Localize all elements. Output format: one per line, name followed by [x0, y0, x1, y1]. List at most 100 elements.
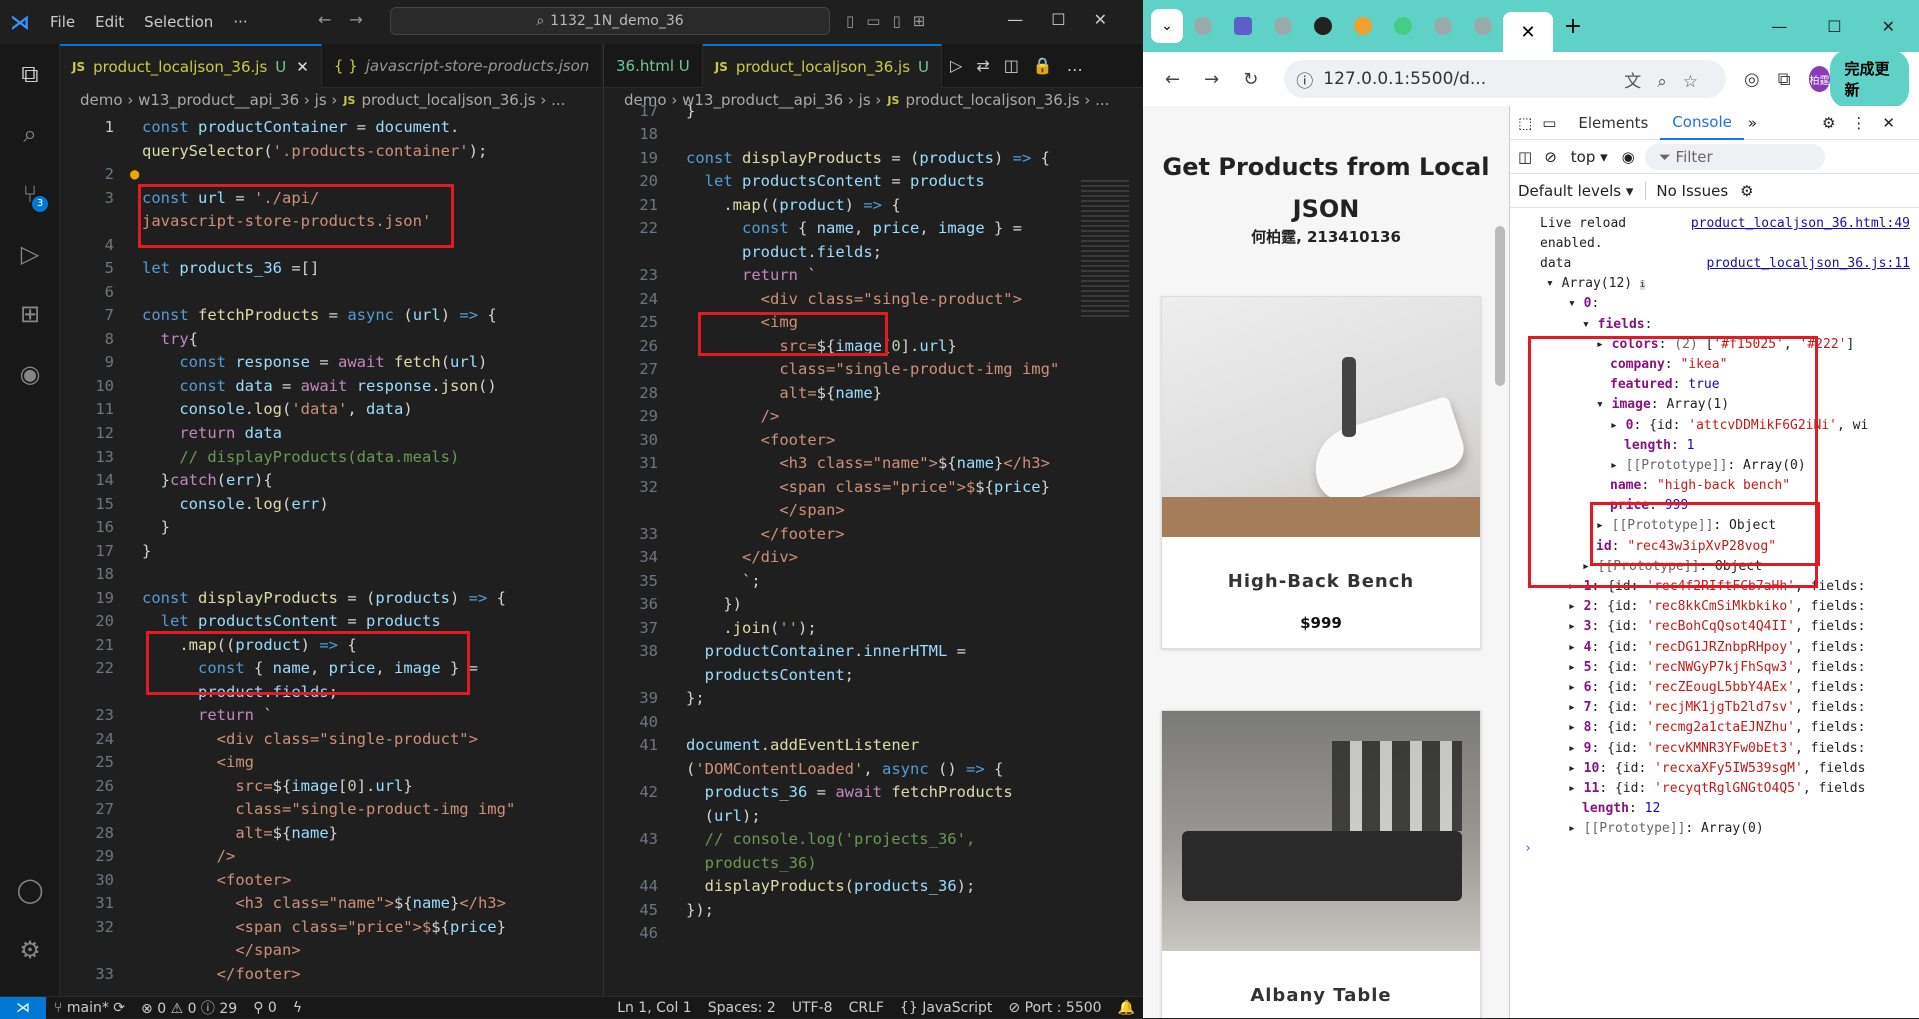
breadcrumb-item[interactable]: js [859, 91, 871, 109]
split-editor-icon[interactable]: ◫ [1004, 56, 1033, 75]
toggle-sidebar-icon[interactable]: ▯ [846, 12, 866, 30]
breadcrumb-item[interactable]: ... [1095, 91, 1109, 109]
more-actions-icon[interactable]: … [1067, 56, 1097, 75]
profile-avatar[interactable]: 柏霆 [1808, 66, 1831, 92]
console-filter-input[interactable]: ⏷ Filter [1644, 143, 1825, 170]
language-mode[interactable]: {} JavaScript [892, 1000, 1000, 1016]
tree-node[interactable]: ▸ 10: {id: 'recxaXFy5IW539sgM', fields [1510, 759, 1919, 779]
toggle-panel-icon[interactable]: ▭ [866, 12, 892, 30]
issues-counter[interactable]: No Issues [1645, 181, 1728, 200]
settings-gear-icon[interactable]: ⚙ [0, 920, 60, 980]
encoding-setting[interactable]: UTF-8 [784, 1000, 841, 1016]
tree-node[interactable]: ▸ 3: {id: 'recBohCqQsot4Q4II', fields: [1510, 617, 1919, 637]
branch-indicator[interactable]: ⑂ main* ⟳ [46, 1000, 133, 1016]
console-prompt[interactable]: › [1510, 839, 1919, 859]
search-activity-icon[interactable]: ⌕ [0, 104, 60, 164]
address-bar[interactable]: ⓘ 127.0.0.1:5500/d... 文⌕☆ [1284, 60, 1726, 98]
breadcrumb-item[interactable]: product_localjson_36.js [905, 91, 1079, 109]
lightning-icon[interactable]: ϟ [285, 1000, 310, 1016]
forward-icon[interactable]: → [1204, 69, 1219, 90]
back-icon[interactable]: ← [1165, 69, 1180, 90]
sidebar-toggle-icon[interactable]: ◫ [1518, 148, 1532, 166]
close-tab-icon[interactable]: ✕ [1520, 22, 1535, 43]
browser-tab[interactable] [1343, 9, 1383, 43]
remote-indicator-icon[interactable]: ⋊ [0, 996, 46, 1019]
eol-setting[interactable]: CRLF [841, 1000, 892, 1016]
tree-node[interactable]: ▾ fields: [1510, 315, 1919, 335]
context-selector[interactable]: top ▾ [1571, 148, 1608, 166]
close-icon[interactable]: ✕ [1094, 10, 1135, 29]
sync-icon[interactable]: ⟳ [113, 1000, 125, 1016]
lock-icon[interactable]: 🔒 [1033, 56, 1067, 75]
bookmark-star-icon[interactable]: ☆ [1683, 72, 1714, 92]
extension-icon[interactable]: ◎ [1744, 69, 1760, 90]
tree-node[interactable]: ▸ 8: {id: 'recmg2a1ctaEJNZhu', fields: [1510, 718, 1919, 738]
explorer-icon[interactable]: ⧉ [0, 44, 60, 104]
forward-arrow-icon[interactable]: → [349, 10, 380, 29]
command-center-search[interactable]: ⌕ 1132_1N_demo_36 [390, 7, 830, 35]
inspect-icon[interactable]: ⬚ [1518, 114, 1532, 132]
active-browser-tab[interactable]: ✕ [1503, 12, 1553, 52]
account-icon[interactable]: ◯ [0, 860, 60, 920]
menu-file[interactable]: File [40, 13, 85, 31]
minimize-icon[interactable]: — [1771, 17, 1787, 36]
new-tab-icon[interactable]: + [1553, 9, 1593, 43]
settings-gear-icon[interactable]: ⚙ [1822, 114, 1851, 132]
browser-tab[interactable] [1463, 9, 1503, 43]
cursor-position[interactable]: Ln 1, Col 1 [609, 1000, 700, 1016]
window-controls[interactable]: —☐✕ [1007, 10, 1135, 29]
minimap[interactable] [1081, 180, 1129, 320]
tree-node[interactable]: ▸ 11: {id: 'recyqtRglGNGtO4Q5', fields [1510, 779, 1919, 799]
breadcrumb-item[interactable]: ... [551, 91, 565, 109]
tree-node[interactable]: ▸ 4: {id: 'recDG1JRZnbpRHpoy', fields: [1510, 638, 1919, 658]
remote-explorer-icon[interactable]: ◉ [0, 344, 60, 404]
reload-icon[interactable]: ↻ [1243, 69, 1258, 90]
clear-console-icon[interactable]: ⊘ [1544, 148, 1557, 166]
extensions-puzzle-icon[interactable]: ⧉ [1778, 69, 1791, 90]
source-control-icon[interactable]: ⑂ 3 [0, 164, 60, 224]
tab-search-icon[interactable]: ⌄ [1151, 9, 1183, 43]
browser-tab[interactable] [1263, 9, 1303, 43]
breadcrumb-item[interactable]: product_localjson_36.js [361, 91, 535, 109]
minimize-icon[interactable]: — [1007, 10, 1051, 29]
browser-tab[interactable] [1383, 9, 1423, 43]
tab-json-file[interactable]: { } javascript-store-products.json [322, 44, 601, 88]
live-expression-eye-icon[interactable]: ◉ [1622, 148, 1635, 166]
menu-edit[interactable]: Edit [85, 13, 134, 31]
tree-node[interactable]: ▸ 9: {id: 'recvKMNR3YFw0bEt3', fields: [1510, 739, 1919, 759]
run-icon[interactable]: ▷ [950, 56, 976, 75]
code-editor-left[interactable]: 1 const productContainer = document. quer… [60, 112, 601, 996]
maximize-icon[interactable]: ☐ [1827, 17, 1841, 36]
breadcrumb-item[interactable]: w13_product__api_36 [682, 91, 843, 109]
breadcrumb-item[interactable]: w13_product__api_36 [138, 91, 299, 109]
source-link[interactable]: product_localjson_36.html:49 [1691, 214, 1910, 234]
menu-selection[interactable]: Selection [134, 13, 223, 31]
tree-node[interactable]: ▸ 7: {id: 'recjMK1jgTb2ld7sv', fields: [1510, 698, 1919, 718]
tab-html-file[interactable]: 36.html U [604, 44, 703, 88]
page-scrollbar[interactable] [1495, 226, 1505, 386]
zoom-icon[interactable]: ⌕ [1657, 72, 1683, 92]
kebab-menu-icon[interactable]: ⋮ [1851, 114, 1882, 132]
layout-controls[interactable]: ▯▭▯⊞ [846, 12, 937, 30]
tree-node[interactable]: ▸ [[Prototype]]: Array(0) [1510, 819, 1919, 839]
tab-elements[interactable]: Elements [1566, 114, 1660, 132]
live-server-port[interactable]: ⊘ Port : 5500 [1000, 1000, 1109, 1016]
translate-icon[interactable]: 文 [1624, 72, 1657, 92]
close-icon[interactable]: ✕ [1882, 17, 1895, 36]
breadcrumb-item[interactable]: demo [80, 91, 123, 109]
product-card[interactable]: High-Back Bench $999 [1161, 296, 1481, 649]
tree-node[interactable]: ▸ 6: {id: 'recZEougL5bbY4AEx', fields: [1510, 678, 1919, 698]
browser-tab[interactable] [1423, 9, 1463, 43]
extensions-icon[interactable]: ⊞ [0, 284, 60, 344]
array-root[interactable]: ▾ Array(12) i [1510, 274, 1919, 294]
log-levels-dropdown[interactable]: Default levels ▾ [1518, 182, 1633, 200]
customize-layout-icon[interactable]: ⊞ [913, 12, 938, 30]
update-button[interactable]: 完成更新 [1830, 50, 1909, 108]
indent-setting[interactable]: Spaces: 2 [700, 1000, 784, 1016]
close-devtools-icon[interactable]: ✕ [1882, 114, 1911, 132]
browser-tab[interactable] [1223, 9, 1263, 43]
breadcrumb-item[interactable]: js [315, 91, 327, 109]
product-card[interactable]: Albany Table [1161, 710, 1481, 1018]
browser-tab[interactable] [1303, 9, 1343, 43]
browser-tab[interactable] [1183, 9, 1223, 43]
